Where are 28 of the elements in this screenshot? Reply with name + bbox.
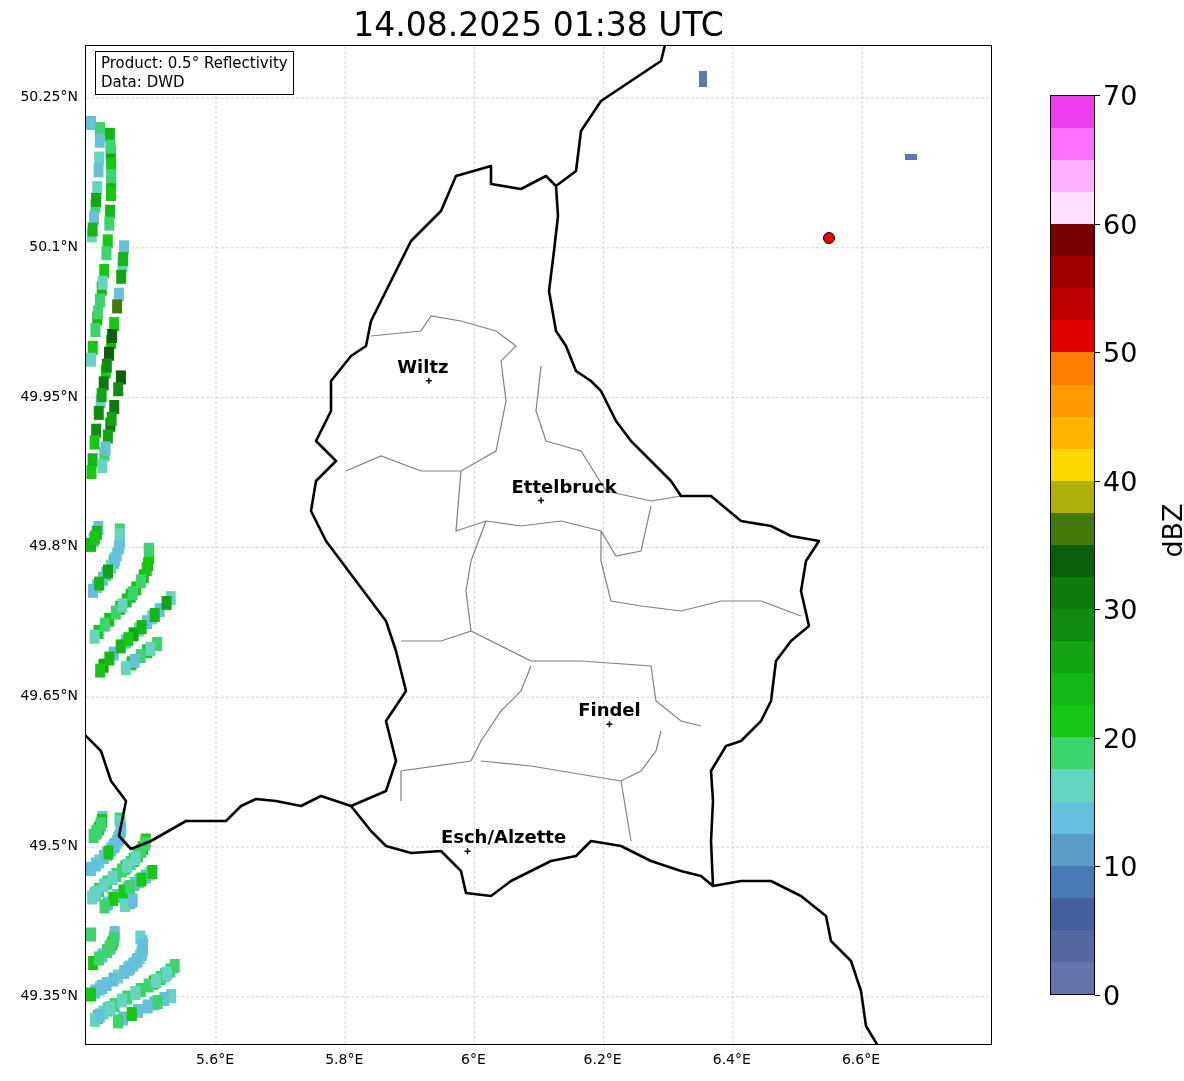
- longitude-label: 6.6°E: [841, 1051, 881, 1067]
- latitude-label: 49.65°N: [20, 687, 78, 704]
- city-label: Wiltz: [397, 355, 449, 377]
- longitude-label: 5.8°E: [325, 1051, 364, 1067]
- latitude-label: 49.5°N: [29, 837, 78, 853]
- city-label: Findel: [578, 699, 641, 721]
- colorbar-tick-label: 10: [1103, 850, 1138, 882]
- city-label: Esch/Alzette: [440, 826, 567, 848]
- colorbar-tick-label: 20: [1103, 722, 1138, 754]
- colorbar-label: dBZ: [1156, 502, 1184, 558]
- colorbar-tick-label: 30: [1103, 593, 1138, 625]
- longitude-label: 5.6°E: [195, 1051, 235, 1067]
- chart-title: 14.08.2025 01:38 UTC: [352, 4, 725, 45]
- colorbar-tick-label: 0: [1103, 979, 1121, 1011]
- longitude-label: 6°E: [461, 1051, 486, 1067]
- latitude-label: 50.1°N: [29, 237, 78, 254]
- info-box: Product: 0.5° Reflectivity Data: DWD: [95, 51, 294, 95]
- longitude-label: 6.2°E: [583, 1051, 622, 1067]
- latitude-label: 49.8°N: [29, 537, 78, 554]
- city-label: Ettelbruck: [511, 475, 617, 497]
- colorbar-tick-label: 50: [1103, 336, 1138, 368]
- latitude-label: 50.25°N: [20, 88, 78, 104]
- longitude-label: 6.4°E: [712, 1051, 751, 1067]
- latitude-label: 49.95°N: [20, 387, 78, 404]
- colorbar-tick-label: 60: [1103, 208, 1138, 240]
- colorbar-tick-label: 70: [1103, 79, 1138, 111]
- colorbar-tick-label: 40: [1103, 465, 1138, 497]
- latitude-label: 49.35°N: [20, 986, 78, 1003]
